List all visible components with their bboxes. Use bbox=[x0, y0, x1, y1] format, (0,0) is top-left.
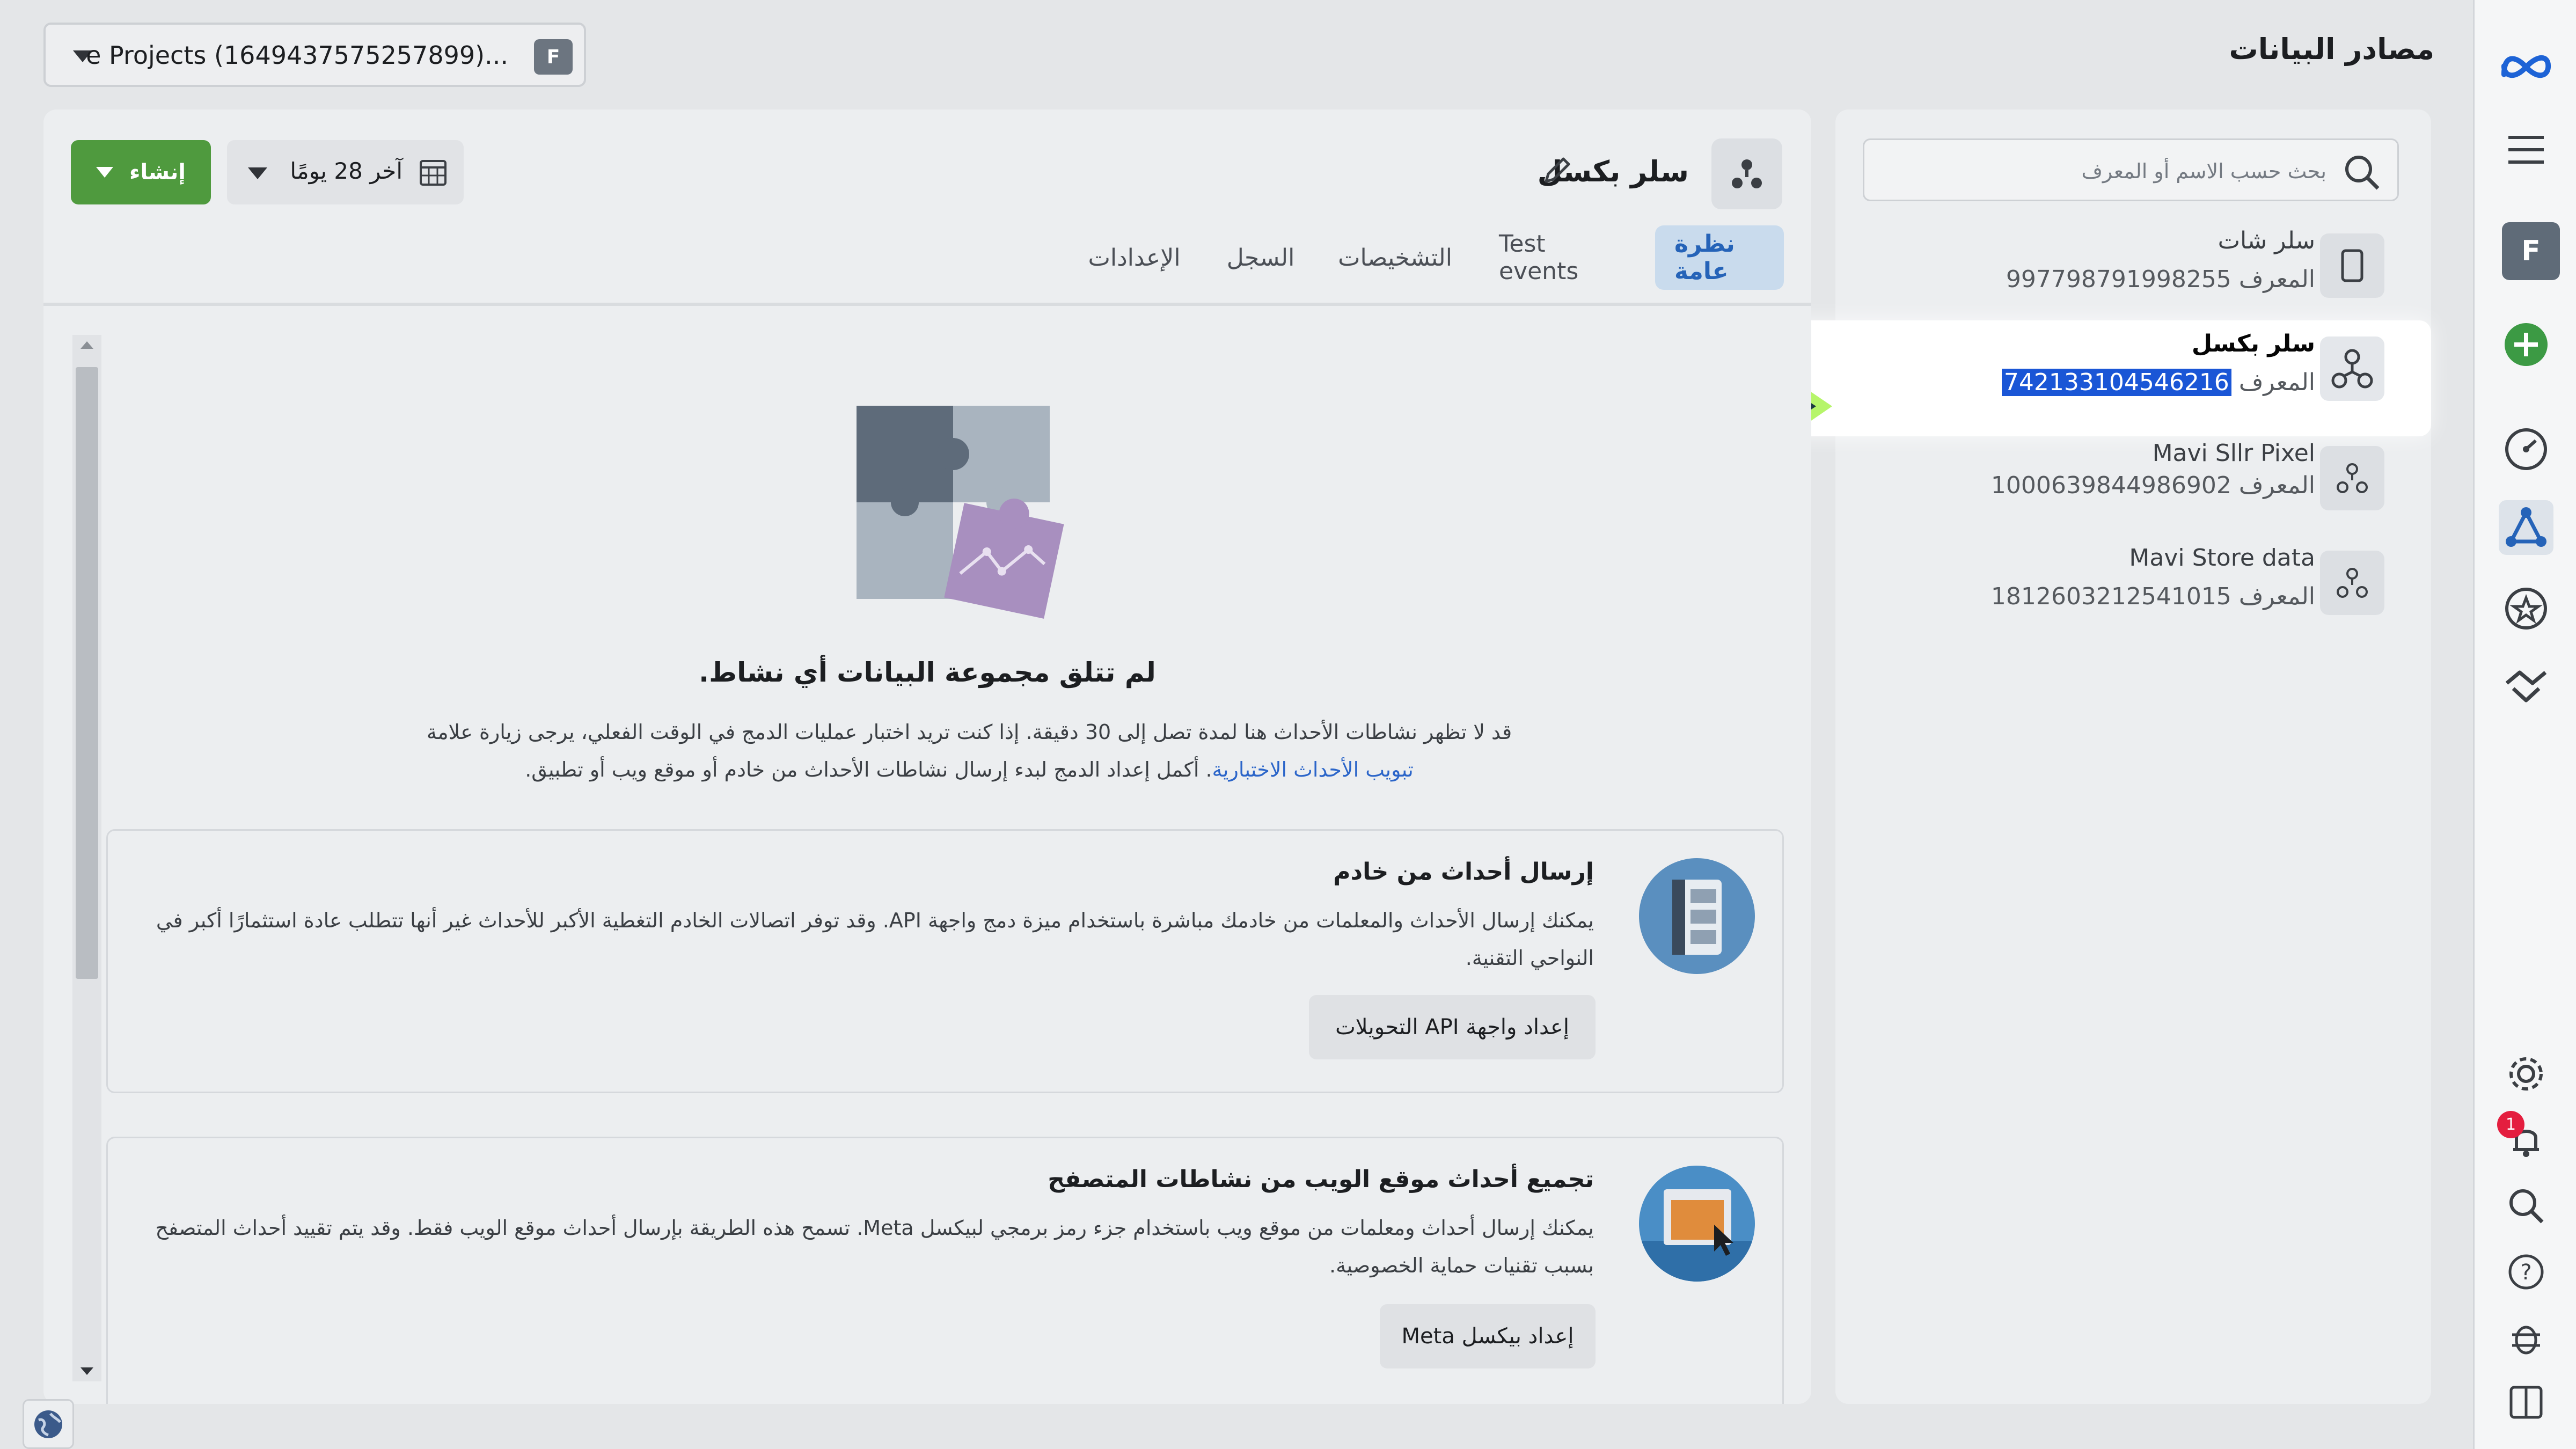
edit-pencil-icon[interactable] bbox=[1541, 155, 1573, 189]
data-sources-icon[interactable] bbox=[2499, 500, 2553, 555]
tab-overview[interactable]: نظرة عامة bbox=[1655, 225, 1784, 290]
datasource-id-line: المعرف 1000639844986902 bbox=[1990, 472, 2315, 499]
pixel-icon bbox=[2320, 446, 2384, 510]
star-icon[interactable] bbox=[2499, 581, 2553, 636]
setup-conversions-api-button[interactable]: إعداد واجهة API التحويلات bbox=[1309, 995, 1596, 1059]
browser-illustration-icon bbox=[1639, 1166, 1755, 1282]
create-button-label: إنشاء bbox=[129, 160, 186, 185]
search-icon bbox=[2343, 153, 2381, 194]
server-events-card: إرسال أحداث من خادم يمكنك إرسال الأحداث … bbox=[106, 829, 1784, 1093]
tab-diagnostics[interactable]: التشخيصات bbox=[1322, 225, 1468, 290]
datasource-detail-panel: سلر بكسل آخر 28 يومًا إنشاء نظرة عامة Te… bbox=[43, 109, 1811, 1404]
card-description: يمكنك إرسال أحداث ومعلمات من موقع ويب با… bbox=[155, 1216, 1594, 1277]
datasource-id-line: المعرف 742133104546216 bbox=[2001, 369, 2315, 396]
menu-icon[interactable] bbox=[2499, 122, 2553, 177]
meta-logo-icon[interactable] bbox=[2499, 39, 2553, 93]
datasource-name: سلر شات bbox=[2218, 227, 2315, 254]
calendar-icon bbox=[419, 158, 448, 192]
date-range-label: آخر 28 يومًا bbox=[290, 158, 402, 184]
detail-header: سلر بكسل آخر 28 يومًا إنشاء نظرة عامة Te… bbox=[43, 109, 1811, 306]
datasource-name: Mavi Store data bbox=[2129, 544, 2315, 572]
pixel-icon bbox=[1711, 138, 1782, 209]
datasource-id-line: المعرف 997798791998255 bbox=[2006, 266, 2315, 293]
tab-test-events[interactable]: Test events bbox=[1480, 225, 1633, 290]
pixel-icon bbox=[2320, 336, 2384, 401]
tab-history[interactable]: السجل bbox=[1211, 225, 1311, 290]
card-title: تجميع أحداث موقع الويب من نشاطات المتصفح bbox=[1048, 1166, 1594, 1193]
page-title: مصادر البيانات bbox=[2229, 32, 2434, 66]
pixel-icon bbox=[2320, 551, 2384, 615]
server-illustration-icon bbox=[1639, 858, 1755, 974]
setup-meta-pixel-button[interactable]: إعداد بيكسل Meta bbox=[1380, 1304, 1596, 1368]
settings-gear-icon[interactable] bbox=[2499, 1046, 2553, 1101]
bug-report-icon[interactable] bbox=[2499, 1311, 2553, 1365]
search-input[interactable]: بحث حسب الاسم أو المعرف bbox=[1863, 138, 2399, 201]
datasource-id-line: المعرف 1812603212541015 bbox=[1990, 583, 2315, 610]
date-range-selector[interactable]: آخر 28 يومًا bbox=[227, 140, 464, 204]
datasource-item[interactable]: Mavi Sllr Pixel المعرف 1000639844986902 bbox=[1774, 430, 2431, 546]
puzzle-illustration bbox=[800, 383, 1090, 643]
scroll-down-arrow-icon[interactable] bbox=[80, 1367, 93, 1375]
nav-rail: F 1 ? bbox=[2473, 0, 2576, 1449]
datasource-name: Mavi Sllr Pixel bbox=[2152, 440, 2315, 467]
datasource-id: 997798791998255 bbox=[2006, 266, 2231, 293]
account-badge: F bbox=[534, 39, 573, 75]
phone-icon bbox=[2320, 233, 2384, 298]
datasource-item[interactable]: Mavi Store data المعرف 1812603212541015 bbox=[1774, 535, 2431, 650]
datasource-id: 1000639844986902 bbox=[1990, 472, 2231, 499]
globe-language-icon[interactable] bbox=[23, 1399, 74, 1449]
notification-badge: 1 bbox=[2497, 1111, 2524, 1138]
svg-text:?: ? bbox=[2520, 1260, 2531, 1285]
add-icon[interactable] bbox=[2499, 317, 2553, 372]
test-events-link[interactable]: تبويب الأحداث الاختبارية bbox=[1212, 758, 1414, 781]
browser-events-card: تجميع أحداث موقع الويب من نشاطات المتصفح… bbox=[106, 1137, 1784, 1404]
chevron-down-icon bbox=[248, 167, 267, 179]
account-selector-label: e Projects (1649437575257899)... bbox=[86, 41, 508, 70]
dashboard-gauge-icon[interactable] bbox=[2499, 422, 2553, 477]
card-title: إرسال أحداث من خادم bbox=[1333, 858, 1594, 885]
empty-state-title: لم تتلق مجموعة البيانات أي نشاط. bbox=[699, 657, 1156, 688]
create-button[interactable]: إنشاء bbox=[71, 140, 211, 204]
tab-settings[interactable]: الإعدادات bbox=[1069, 225, 1199, 290]
datasource-id: 1812603212541015 bbox=[1990, 583, 2231, 610]
account-avatar[interactable]: F bbox=[2502, 222, 2560, 280]
panel-toggle-icon[interactable] bbox=[2499, 1375, 2553, 1430]
scroll-up-arrow-icon[interactable] bbox=[80, 341, 93, 349]
search-placeholder: بحث حسب الاسم أو المعرف bbox=[2081, 159, 2326, 183]
datasource-item-selected[interactable]: سلر بكسل المعرف 742133104546216 bbox=[1774, 320, 2431, 436]
datasource-name: سلر بكسل bbox=[2191, 330, 2315, 357]
datasource-id-highlighted: 742133104546216 bbox=[2001, 369, 2231, 396]
chevron-down-icon bbox=[96, 167, 114, 178]
vertical-scrollbar[interactable] bbox=[72, 335, 101, 1381]
datasource-item[interactable]: سلر شات المعرف 997798791998255 bbox=[1774, 217, 2431, 333]
account-selector[interactable]: e Projects (1649437575257899)... F bbox=[43, 23, 586, 87]
partner-handshake-icon[interactable] bbox=[2499, 658, 2553, 713]
search-icon[interactable] bbox=[2499, 1179, 2553, 1233]
help-icon[interactable]: ? bbox=[2499, 1245, 2553, 1299]
card-description: يمكنك إرسال الأحداث والمعلمات من خادمك م… bbox=[156, 909, 1594, 970]
empty-state-description: قد لا تظهر نشاطات الأحداث هنا لمدة تصل إ… bbox=[426, 720, 1512, 781]
